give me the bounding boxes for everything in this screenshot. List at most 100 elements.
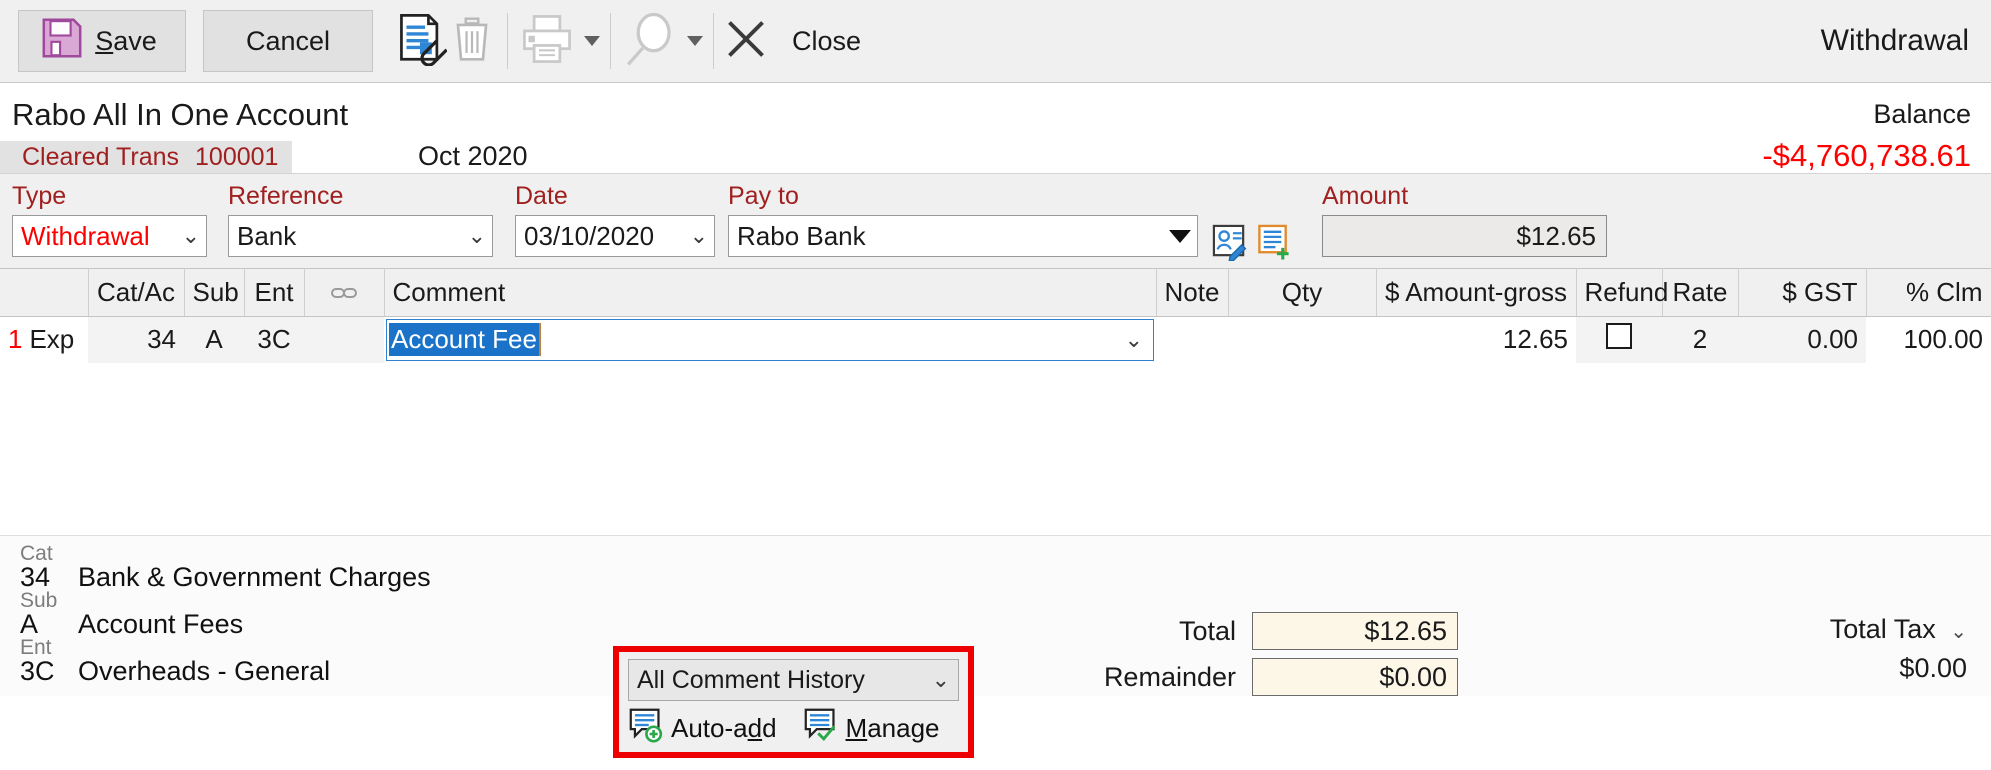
total-label: Total — [1178, 615, 1236, 646]
comment-history-actions: Auto-add Manage — [628, 707, 959, 750]
col-header-clm[interactable]: % Clm — [1866, 268, 1991, 317]
manage-button[interactable]: Manage — [803, 707, 940, 750]
trash-icon — [447, 14, 497, 69]
delete-button[interactable] — [447, 8, 497, 74]
col-header-note[interactable]: Note — [1156, 268, 1229, 317]
col-header-qty[interactable]: Qty — [1228, 268, 1377, 317]
type-label: Type — [12, 182, 67, 210]
search-dropdown-arrow[interactable] — [687, 36, 703, 46]
detail-bottom-panel: Cat 34 Bank & Government Charges Sub A A… — [0, 534, 1991, 696]
balance-value: -$4,760,738.61 — [1762, 138, 1971, 173]
cell-qty[interactable] — [1228, 316, 1376, 363]
col-header-gst[interactable]: $ GST — [1738, 268, 1867, 317]
cell-rownum: 1 Exp — [0, 316, 88, 363]
col-header-amount-gross[interactable]: $ Amount-gross — [1376, 268, 1577, 317]
chevron-down-icon[interactable] — [1169, 229, 1191, 243]
cell-ent[interactable]: 3C — [244, 316, 304, 363]
date-value: 03/10/2020 — [524, 220, 655, 251]
document-type-title: Withdrawal — [1820, 24, 1969, 57]
comment-history-value: All Comment History — [637, 665, 865, 694]
col-header-comment[interactable]: Comment — [384, 268, 1157, 317]
totals-block: Total $12.65 Remainder $0.00 — [1040, 612, 1458, 704]
manage-label: Manage — [845, 713, 940, 743]
auto-add-button[interactable]: Auto-add — [628, 707, 777, 750]
comment-add-icon — [628, 707, 664, 750]
tab-cleared-trans[interactable]: Cleared Trans 100001 — [0, 141, 293, 173]
col-header-link[interactable] — [304, 268, 385, 317]
cell-comment[interactable]: Account Fee ⌄ — [384, 316, 1156, 363]
attach-document-button[interactable] — [393, 8, 448, 74]
toolbar-separator-1 — [507, 13, 508, 69]
col-header-ent[interactable]: Ent — [244, 268, 305, 317]
total-tax-label: Total Tax — [1829, 614, 1936, 644]
payto-select[interactable]: Rabo Bank — [728, 215, 1198, 257]
comment-history-select[interactable]: All Comment History ⌄ — [628, 659, 959, 701]
chevron-down-icon[interactable]: ⌄ — [1125, 328, 1143, 351]
reference-label: Reference — [228, 182, 344, 210]
cell-rate[interactable]: 2 — [1662, 316, 1738, 363]
save-button[interactable]: Save — [18, 10, 186, 72]
save-button-label: Save — [95, 25, 157, 56]
auto-add-label: Auto-add — [671, 713, 777, 743]
amount-label: Amount — [1322, 182, 1409, 210]
search-button[interactable] — [621, 8, 679, 74]
payto-label: Pay to — [728, 182, 799, 210]
date-input[interactable]: 03/10/2020 ⌄ — [515, 215, 715, 257]
account-header: Rabo All In One Account Balance -$4,760,… — [0, 83, 1991, 173]
add-note-icon — [1254, 222, 1294, 262]
comment-editor[interactable]: Account Fee ⌄ — [386, 318, 1154, 361]
account-tabstrip: Cleared Trans 100001 — [0, 141, 293, 173]
grid-empty-area[interactable] — [0, 362, 1991, 535]
link-icon — [330, 277, 358, 307]
floppy-disk-icon — [39, 15, 85, 68]
refund-checkbox[interactable] — [1606, 323, 1632, 350]
contact-edit-icon — [1210, 222, 1250, 262]
cell-gst[interactable]: 0.00 — [1738, 316, 1866, 363]
col-header-rate[interactable]: Rate — [1662, 268, 1739, 317]
total-value[interactable]: $12.65 — [1252, 612, 1458, 650]
cancel-button[interactable]: Cancel — [203, 10, 373, 72]
amount-input[interactable]: $12.65 — [1322, 215, 1607, 257]
category-line-sub: Sub A Account Fees — [10, 589, 910, 639]
cell-refund[interactable] — [1576, 316, 1662, 363]
ent-code: 3C — [20, 655, 55, 686]
chevron-down-icon[interactable]: ⌄ — [690, 225, 708, 247]
cell-amount-gross[interactable]: 12.65 — [1376, 316, 1576, 363]
split-lines-grid: Cat/Ac Sub Ent Comment Note Qty $ Amount… — [0, 268, 1991, 535]
reference-value: Bank — [237, 220, 297, 251]
total-tax-header: Total Tax ⌄ — [1830, 614, 1967, 645]
payto-value: Rabo Bank — [737, 220, 866, 251]
category-line-cat: Cat 34 Bank & Government Charges — [10, 542, 910, 592]
remainder-value[interactable]: $0.00 — [1252, 658, 1458, 696]
cell-sub[interactable]: A — [184, 316, 244, 363]
row-number: 1 — [8, 324, 23, 355]
total-row: Total $12.65 — [1040, 612, 1458, 650]
payto-contact-button[interactable] — [1210, 222, 1250, 266]
cell-clm[interactable]: 100.00 — [1866, 316, 1991, 363]
cell-catac[interactable]: 34 — [88, 316, 184, 363]
type-select[interactable]: Withdrawal ⌄ — [12, 215, 207, 257]
chevron-down-icon[interactable]: ⌄ — [182, 225, 200, 247]
amount-field-group: Amount $12.65 — [1322, 182, 1607, 257]
cell-link[interactable] — [304, 316, 384, 363]
remainder-label: Remainder — [1103, 661, 1236, 692]
table-row[interactable]: 1 Exp 34 A 3C Account Fee ⌄ 12.65 2 0.00… — [0, 316, 1991, 363]
close-button[interactable]: Close — [724, 8, 861, 74]
chevron-down-icon[interactable]: ⌄ — [1950, 621, 1967, 643]
col-header-catac[interactable]: Cat/Ac — [88, 268, 185, 317]
payto-addnote-button[interactable] — [1254, 222, 1294, 266]
remainder-row: Remainder $0.00 — [1040, 658, 1458, 696]
period-label: Oct 2020 — [418, 141, 528, 171]
comment-history-panel: All Comment History ⌄ Auto-add Manage — [613, 646, 974, 758]
chevron-down-icon[interactable]: ⌄ — [932, 669, 950, 691]
cell-note[interactable] — [1156, 316, 1228, 363]
col-header-sub[interactable]: Sub — [184, 268, 245, 317]
reference-select[interactable]: Bank ⌄ — [228, 215, 493, 257]
reference-field-group: Reference Bank ⌄ — [228, 182, 493, 257]
chevron-down-icon[interactable]: ⌄ — [468, 225, 486, 247]
col-header-refund[interactable]: Refund — [1576, 268, 1668, 317]
col-header-rownum[interactable] — [0, 268, 89, 317]
print-button[interactable] — [518, 8, 576, 74]
print-dropdown-arrow[interactable] — [584, 36, 600, 46]
close-x-icon — [724, 17, 768, 66]
